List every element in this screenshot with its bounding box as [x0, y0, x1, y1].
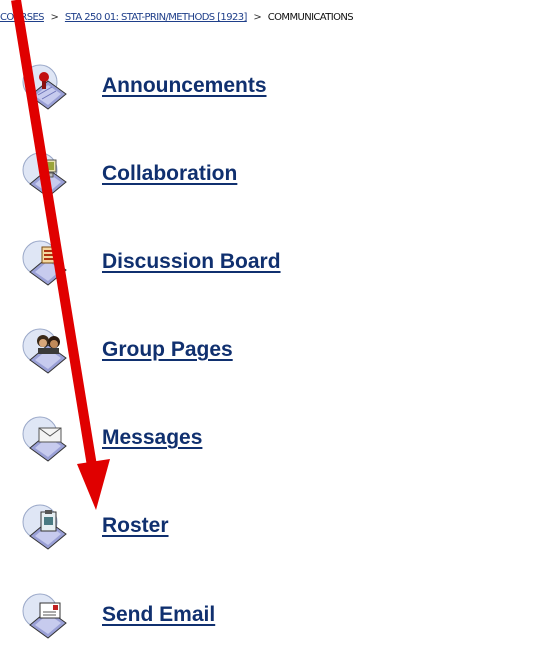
- roster-icon[interactable]: [22, 503, 74, 555]
- announcements-icon[interactable]: [22, 63, 74, 115]
- collaboration-link[interactable]: Collaboration: [102, 162, 237, 186]
- communication-tools-list: Announcements Collaboration Discussion B…: [0, 0, 533, 650]
- send-email-link[interactable]: Send Email: [102, 603, 215, 627]
- messages-icon[interactable]: [22, 415, 74, 467]
- group-pages-link[interactable]: Group Pages: [102, 338, 233, 362]
- send-email-icon[interactable]: [22, 592, 74, 644]
- discussion-board-link[interactable]: Discussion Board: [102, 250, 281, 274]
- group-pages-icon[interactable]: [22, 327, 74, 379]
- tool-item-announcements: Announcements: [0, 63, 533, 119]
- messages-link[interactable]: Messages: [102, 426, 202, 450]
- tool-item-messages: Messages: [0, 415, 533, 471]
- tool-item-discussion-board: Discussion Board: [0, 239, 533, 295]
- discussion-board-icon[interactable]: [22, 239, 74, 291]
- tool-item-group-pages: Group Pages: [0, 327, 533, 383]
- announcements-link[interactable]: Announcements: [102, 74, 267, 98]
- roster-link[interactable]: Roster: [102, 514, 169, 538]
- collaboration-icon[interactable]: [22, 151, 74, 203]
- tool-item-send-email: Send Email: [0, 592, 533, 648]
- tool-item-collaboration: Collaboration: [0, 151, 533, 207]
- tool-item-roster: Roster: [0, 503, 533, 559]
